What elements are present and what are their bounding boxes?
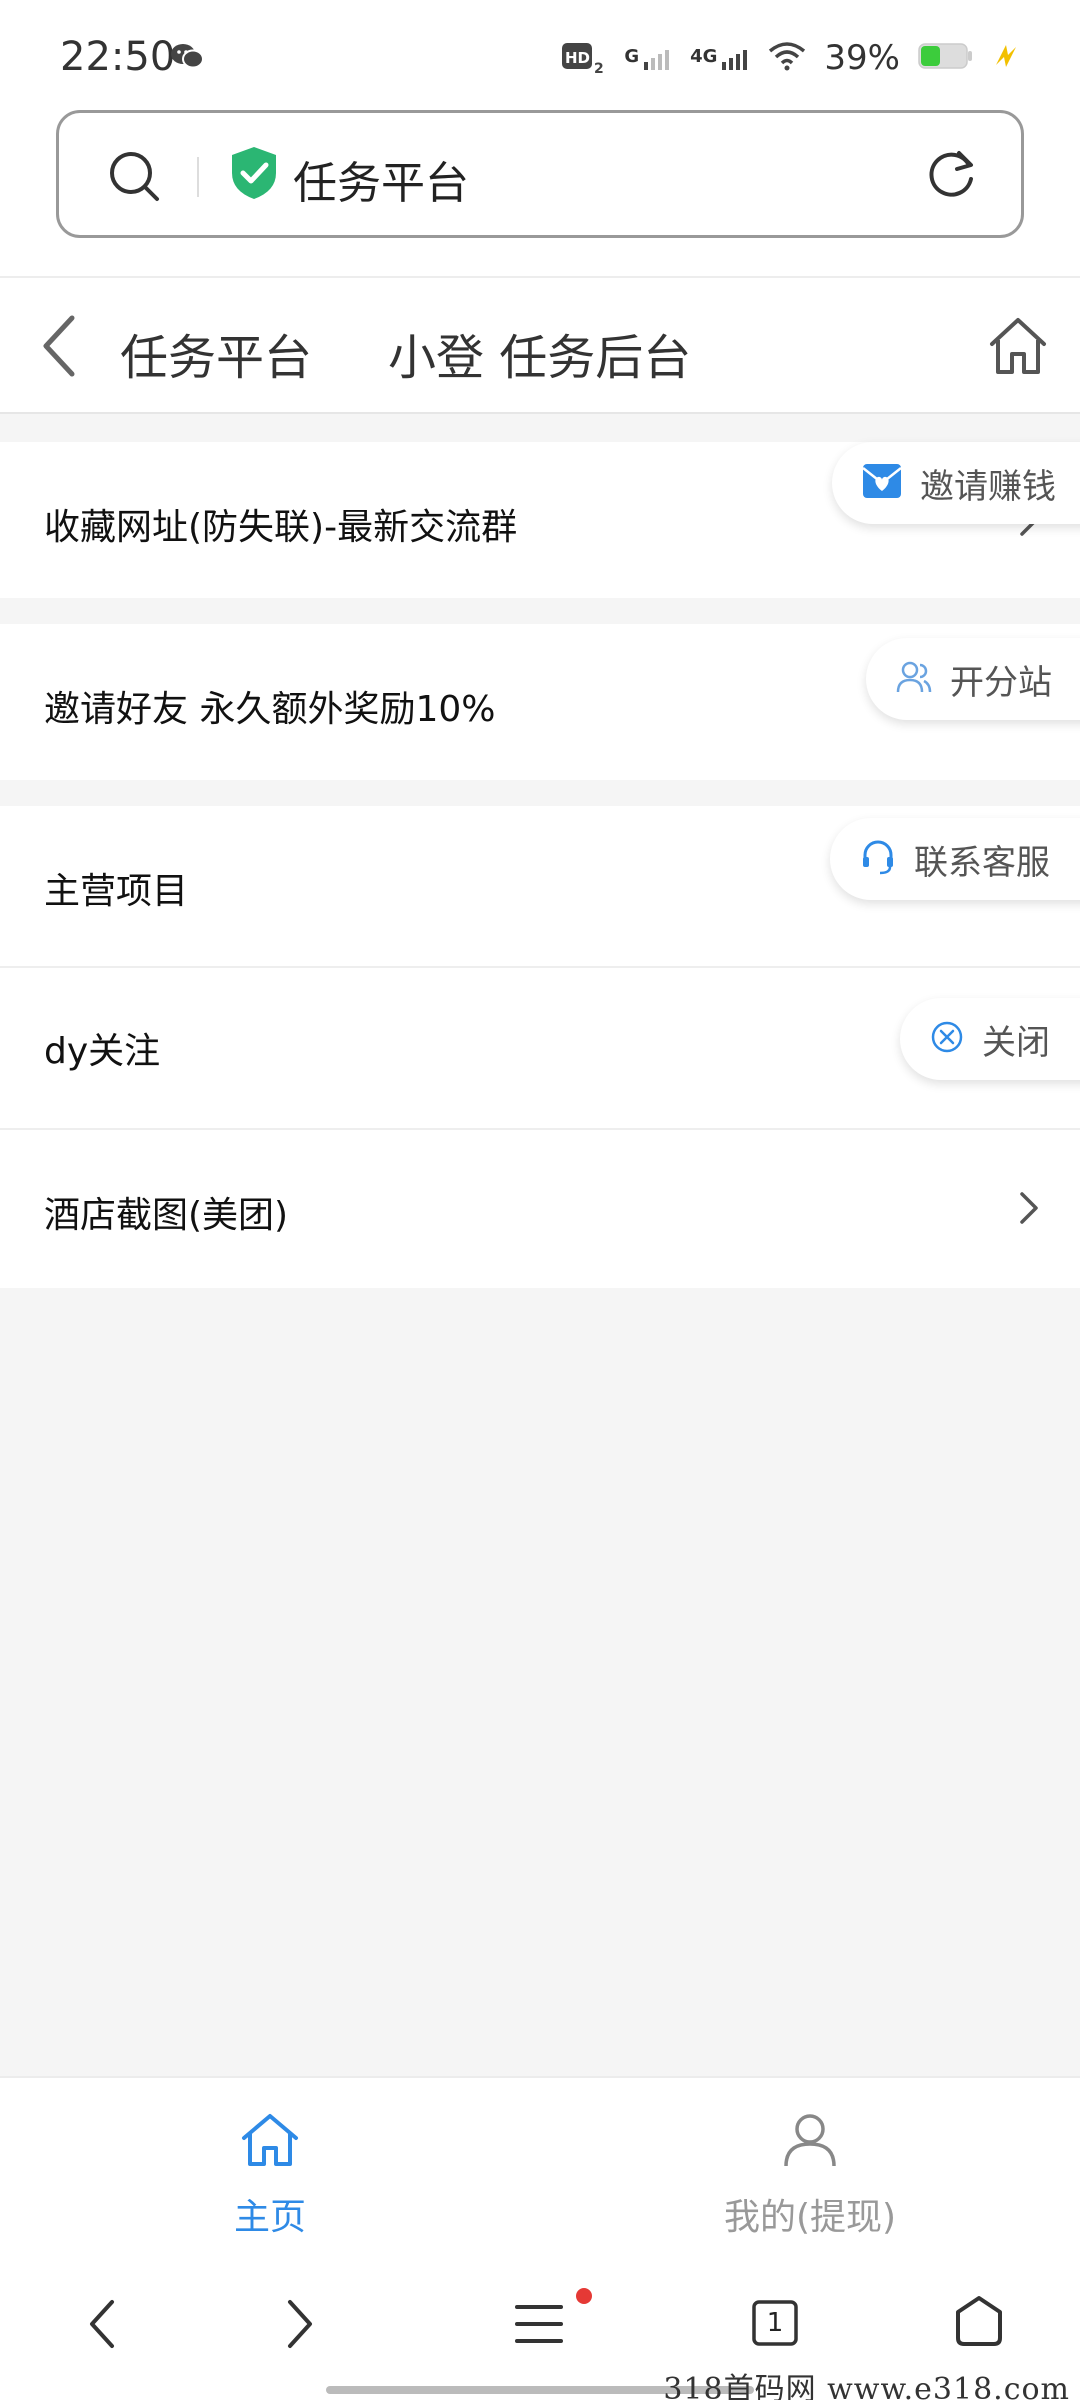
address-title[interactable]: 任务平台: [293, 147, 469, 211]
close-menu-button[interactable]: 关闭: [900, 998, 1080, 1080]
wifi-icon: [768, 41, 806, 75]
refresh-icon[interactable]: [923, 147, 979, 207]
invite-earn-button[interactable]: 邀请赚钱: [832, 442, 1080, 524]
svg-text:2: 2: [594, 61, 604, 75]
bottom-tab-bar: 主页 我的(提现): [0, 2076, 1080, 2250]
tab-home[interactable]: 主页: [0, 2078, 540, 2252]
browser-home-icon[interactable]: [952, 2294, 1006, 2352]
page-header: 任务平台 小登 任务后台: [0, 276, 1080, 414]
tab-count: 1: [766, 2308, 784, 2338]
list-item-label: dy关注: [44, 1031, 161, 1072]
shield-check-icon: [229, 145, 279, 205]
tabs-button[interactable]: 1: [752, 2300, 798, 2346]
pill-label: 联系客服: [914, 842, 1050, 883]
invite-envelope-icon: [862, 463, 902, 503]
menu-icon[interactable]: [514, 2302, 564, 2350]
battery-icon: [918, 41, 974, 75]
address-divider: [197, 157, 199, 197]
list-item-label: 主营项目: [44, 871, 189, 912]
page-subtitle: 小登 任务后台: [388, 330, 692, 386]
signal-icon-4g: 4G: [690, 46, 750, 70]
pill-label: 邀请赚钱: [920, 466, 1056, 507]
app-root: 22:50 HD 2 G 4G 39% 任务平台 任务平台 小登 任务后台 收藏…: [0, 0, 1080, 2400]
browser-forward-icon[interactable]: [282, 2296, 318, 2356]
hd-icon: HD 2: [562, 41, 606, 75]
address-bar-area: 任务平台: [0, 100, 1080, 276]
search-icon[interactable]: [107, 149, 163, 209]
tab-mine[interactable]: 我的(提现): [540, 2078, 1080, 2252]
pill-label: 关闭: [982, 1022, 1050, 1063]
home-icon[interactable]: [986, 314, 1050, 382]
list-item[interactable]: 酒店截图(美团): [0, 1130, 1080, 1288]
users-icon: [896, 660, 932, 698]
pill-label: 开分站: [950, 662, 1052, 703]
network-label-1: G: [624, 46, 640, 67]
headset-icon: [860, 839, 896, 879]
page-title: 任务平台: [120, 330, 313, 386]
list-item-label: 收藏网址(防失联)-最新交流群: [44, 507, 518, 548]
browser-back-icon[interactable]: [84, 2296, 120, 2356]
status-bar: 22:50 HD 2 G 4G 39%: [0, 0, 1080, 100]
status-icons: HD 2 G 4G 39%: [562, 38, 1020, 78]
svg-text:HD: HD: [565, 49, 590, 67]
wechat-icon: [170, 42, 204, 74]
battery-text: 39%: [824, 38, 900, 78]
close-circle-icon: [930, 1020, 964, 1058]
list-item-label: 邀请好友 永久额外奖励10%: [44, 689, 496, 730]
notification-dot: [576, 2288, 592, 2304]
list-item-label: 酒店截图(美团): [44, 1195, 289, 1236]
tab-home-label: 主页: [233, 2197, 306, 2238]
home-tab-icon: [240, 2112, 300, 2172]
status-time: 22:50: [60, 34, 176, 80]
address-bar[interactable]: 任务平台: [56, 110, 1024, 238]
chevron-right-icon: [1018, 1190, 1040, 1230]
contact-support-button[interactable]: 联系客服: [830, 818, 1080, 900]
charging-icon: [992, 41, 1020, 75]
signal-icon: G: [624, 46, 672, 70]
network-label-2: 4G: [690, 46, 718, 67]
watermark: 318首码网 www.e318.com: [663, 2372, 1070, 2400]
open-substation-button[interactable]: 开分站: [866, 638, 1080, 720]
user-icon: [782, 2112, 838, 2172]
back-chevron-icon[interactable]: [40, 314, 80, 382]
tab-mine-label: 我的(提现): [723, 2197, 897, 2238]
